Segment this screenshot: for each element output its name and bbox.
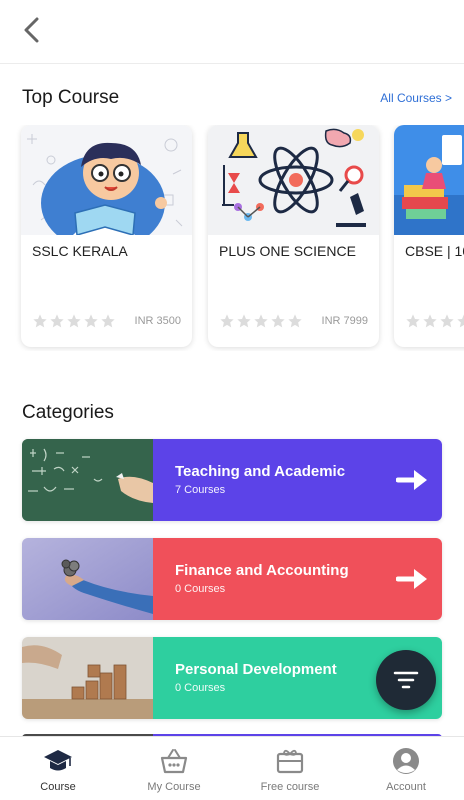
rating-stars (405, 313, 464, 329)
category-photo-coins-hand (22, 538, 153, 620)
top-course-heading: Top Course (22, 87, 120, 108)
nav-label: Free course (260, 781, 320, 793)
star-icon (457, 314, 464, 328)
nav-item-course[interactable]: Course (0, 737, 116, 800)
star-icon (237, 314, 251, 328)
course-card-cbse[interactable]: CBSE | 10 (394, 125, 464, 347)
graduation-cap-icon (43, 747, 73, 775)
back-button[interactable] (14, 12, 50, 48)
category-count: 0 Courses (175, 583, 226, 595)
categories-heading: Categories (22, 402, 114, 423)
course-name: CBSE | 10 (405, 243, 464, 259)
chevron-left-icon (24, 17, 39, 43)
nav-item-my-course[interactable]: My Course (116, 737, 232, 800)
course-price: INR 7999 (321, 315, 368, 327)
category-photo-chalkboard (22, 439, 153, 521)
rating-stars (219, 313, 303, 329)
category-count: 7 Courses (175, 484, 226, 496)
category-photo-wooden-blocks (22, 637, 153, 719)
category-card-finance[interactable]: Finance and Accounting 0 Courses (22, 538, 442, 620)
course-thumbnail-science (208, 125, 379, 235)
category-title: Finance and Accounting (175, 562, 349, 579)
course-name: SSLC KERALA (32, 243, 128, 259)
star-icon (406, 314, 420, 328)
category-title: Teaching and Academic (175, 463, 346, 480)
top-app-bar (0, 0, 464, 64)
filter-fab-button[interactable] (376, 650, 436, 710)
star-icon (220, 314, 234, 328)
category-panel: Finance and Accounting 0 Courses (153, 538, 442, 620)
star-icon (101, 314, 115, 328)
filter-icon (393, 671, 419, 689)
bottom-navigation: Course My Course Free course Account (0, 736, 464, 800)
course-thumbnail-books (394, 125, 464, 235)
arrow-right-icon (396, 470, 427, 490)
category-title: Personal Development (175, 661, 337, 678)
gift-card-icon (275, 747, 305, 775)
star-icon (67, 314, 81, 328)
category-card-teaching[interactable]: Teaching and Academic 7 Courses (22, 439, 442, 521)
star-icon (423, 314, 437, 328)
nav-label: Course (40, 781, 76, 793)
top-course-carousel[interactable]: SSLC KERALA INR 3500 PLUS ONE SCIENCE IN… (0, 125, 464, 351)
course-name: PLUS ONE SCIENCE (219, 243, 356, 259)
course-card-sslc[interactable]: SSLC KERALA INR 3500 (21, 125, 192, 347)
course-card-plus-one-science[interactable]: PLUS ONE SCIENCE INR 7999 (208, 125, 379, 347)
nav-item-free-course[interactable]: Free course (232, 737, 348, 800)
basket-icon (159, 747, 189, 775)
category-count: 0 Courses (175, 682, 226, 694)
arrow-right-icon (396, 569, 427, 589)
nav-label: My Course (147, 781, 201, 793)
star-icon (254, 314, 268, 328)
nav-item-account[interactable]: Account (348, 737, 464, 800)
rating-stars (32, 313, 116, 329)
account-circle-icon (391, 747, 421, 775)
star-icon (84, 314, 98, 328)
star-icon (440, 314, 454, 328)
star-icon (33, 314, 47, 328)
star-icon (271, 314, 285, 328)
star-icon (288, 314, 302, 328)
all-courses-link[interactable]: All Courses > (380, 91, 452, 105)
course-thumbnail-boy-reading (21, 125, 192, 235)
course-price: INR 3500 (134, 315, 181, 327)
category-panel: Teaching and Academic 7 Courses (153, 439, 442, 521)
nav-label: Account (386, 781, 426, 793)
star-icon (50, 314, 64, 328)
